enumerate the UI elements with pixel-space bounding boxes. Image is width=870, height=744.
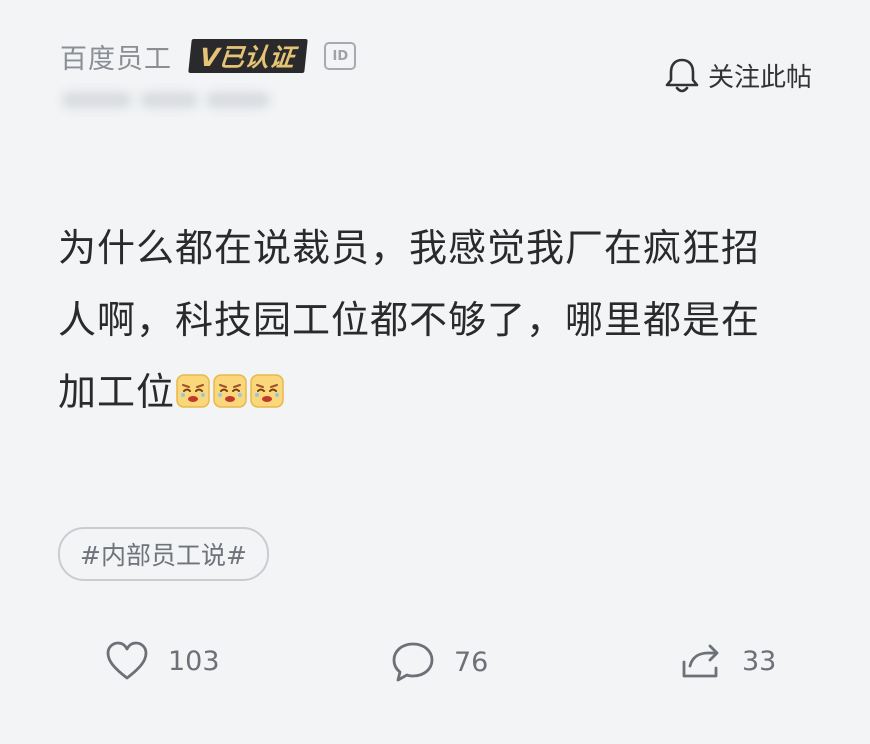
- follow-label: 关注此帖: [707, 62, 812, 93]
- comment-icon: [392, 642, 434, 682]
- share-count: 33: [742, 645, 777, 677]
- post-header: 百度员工 V已认证 ID: [60, 36, 357, 76]
- follow-post-button[interactable]: 关注此帖: [664, 56, 812, 94]
- post-content: 为什么都在说裁员，我感觉我厂在疯狂招人啊，科技园工位都不够了，哪里都是在加工位: [58, 212, 798, 428]
- heart-icon: [106, 641, 148, 680]
- post-text: 为什么都在说裁员，我感觉我厂在疯狂招人啊，科技园工位都不够了，哪里都是在加工位: [58, 226, 761, 414]
- verified-badge: V已认证: [188, 39, 309, 73]
- comment-count: 76: [454, 646, 489, 678]
- share-button[interactable]: 33: [678, 640, 776, 682]
- topic-tag[interactable]: #内部员工说#: [58, 527, 269, 581]
- share-icon: [682, 644, 719, 678]
- blurred-block: [206, 92, 270, 108]
- tired-face-emoji: [213, 374, 247, 408]
- like-count: 103: [168, 645, 220, 677]
- blurred-author-meta: [62, 82, 282, 118]
- bell-icon: [665, 58, 699, 93]
- author-name[interactable]: 百度员工: [60, 37, 172, 76]
- tired-face-emoji: [176, 374, 210, 408]
- blurred-block: [62, 92, 132, 108]
- like-button[interactable]: 103: [104, 640, 220, 682]
- blurred-block: [140, 92, 198, 108]
- action-bar: 103 76 33: [0, 640, 870, 696]
- comment-button[interactable]: 76: [390, 640, 488, 684]
- emoji-group: [175, 373, 285, 409]
- tired-face-emoji: [250, 374, 284, 408]
- id-badge: ID: [324, 42, 357, 70]
